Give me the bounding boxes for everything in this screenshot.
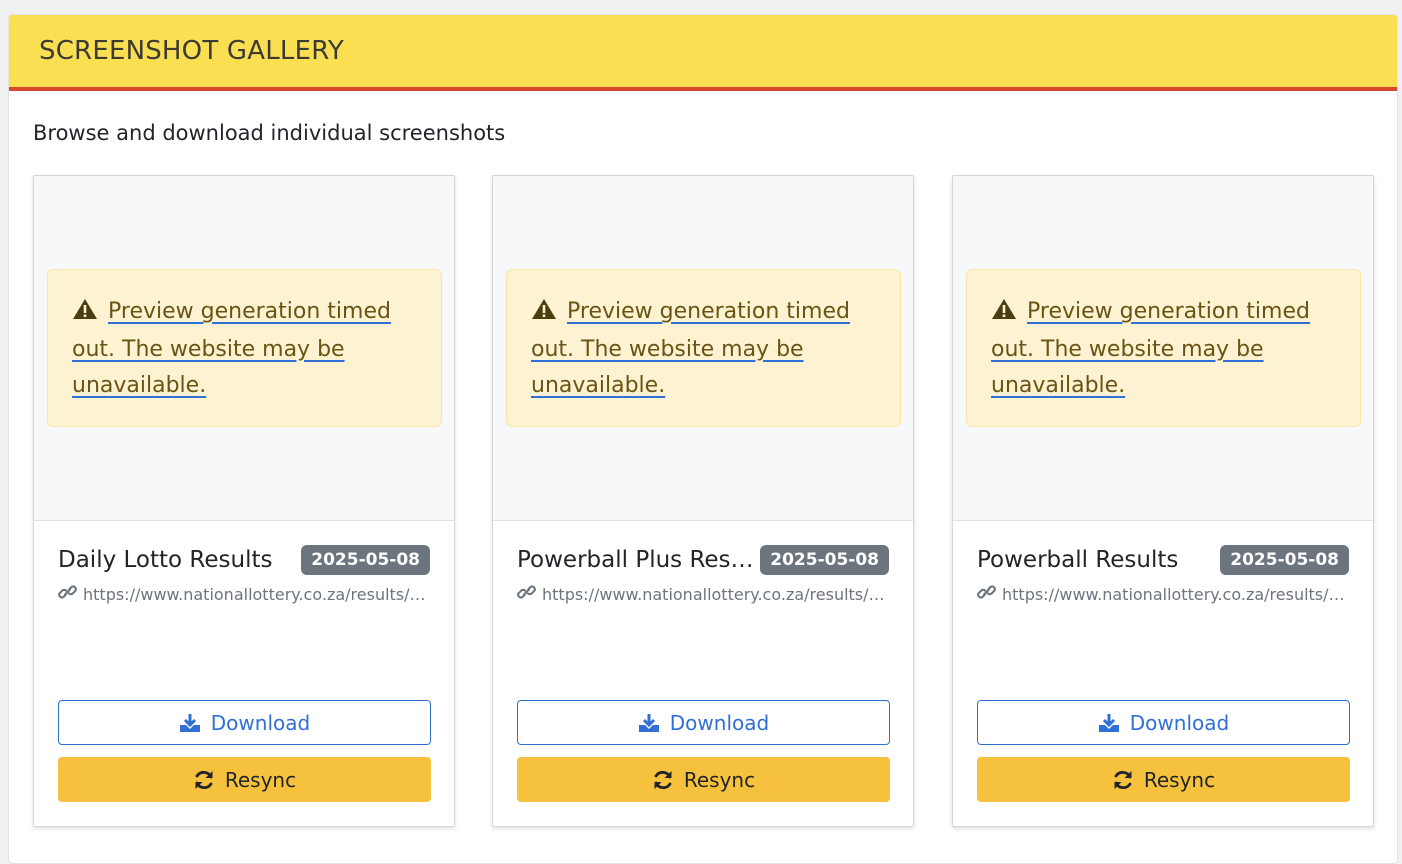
link-icon — [977, 584, 996, 604]
warning-icon — [991, 296, 1017, 332]
timeout-alert: Preview generation timed out. The websit… — [966, 269, 1361, 427]
card-url: https://www.nationallottery.co.za/result… — [1002, 584, 1348, 604]
alert-message-link[interactable]: Preview generation timed out. The websit… — [531, 299, 850, 398]
gallery-subtitle: Browse and download individual screensho… — [33, 121, 506, 145]
download-label: Download — [669, 710, 770, 735]
card-title: Powerball Results — [977, 547, 1179, 573]
sync-icon — [195, 770, 213, 789]
warning-icon — [531, 296, 557, 332]
download-icon — [638, 713, 659, 732]
preview-area: Preview generation timed out. The websit… — [953, 176, 1373, 521]
timeout-alert: Preview generation timed out. The websit… — [47, 269, 442, 427]
gallery-panel: SCREENSHOT GALLERY Browse and download i… — [8, 14, 1398, 864]
screenshot-card: Preview generation timed out. The websit… — [33, 175, 455, 827]
preview-area: Preview generation timed out. The websit… — [493, 176, 913, 521]
resync-label: Resync — [224, 767, 297, 792]
download-icon — [1098, 713, 1119, 732]
sync-icon — [1114, 770, 1132, 789]
card-url: https://www.nationallottery.co.za/result… — [542, 584, 888, 604]
screenshot-card: Preview generation timed out. The websit… — [492, 175, 914, 827]
card-title: Daily Lotto Results — [58, 547, 273, 573]
link-icon — [517, 584, 536, 604]
card-title: Powerball Plus Results — [517, 547, 761, 573]
download-button[interactable]: Download — [517, 700, 890, 745]
download-button[interactable]: Download — [977, 700, 1350, 745]
date-badge: 2025-05-08 — [301, 545, 430, 575]
screenshot-card: Preview generation timed out. The websit… — [952, 175, 1374, 827]
resync-button[interactable]: Resync — [517, 757, 890, 802]
sync-icon — [654, 770, 672, 789]
page-title: SCREENSHOT GALLERY — [39, 36, 344, 66]
resync-label: Resync — [683, 767, 756, 792]
card-url: https://www.nationallottery.co.za/result… — [83, 584, 429, 604]
link-icon — [58, 584, 77, 604]
panel-header: SCREENSHOT GALLERY — [9, 15, 1397, 91]
preview-area: Preview generation timed out. The websit… — [34, 176, 454, 521]
download-label: Download — [210, 710, 311, 735]
timeout-alert: Preview generation timed out. The websit… — [506, 269, 901, 427]
download-label: Download — [1129, 710, 1230, 735]
warning-icon — [72, 296, 98, 332]
alert-message-link[interactable]: Preview generation timed out. The websit… — [991, 299, 1310, 398]
date-badge: 2025-05-08 — [760, 545, 889, 575]
download-icon — [179, 713, 200, 732]
alert-message-link[interactable]: Preview generation timed out. The websit… — [72, 299, 391, 398]
resync-label: Resync — [1143, 767, 1216, 792]
download-button[interactable]: Download — [58, 700, 431, 745]
resync-button[interactable]: Resync — [58, 757, 431, 802]
resync-button[interactable]: Resync — [977, 757, 1350, 802]
date-badge: 2025-05-08 — [1220, 545, 1349, 575]
